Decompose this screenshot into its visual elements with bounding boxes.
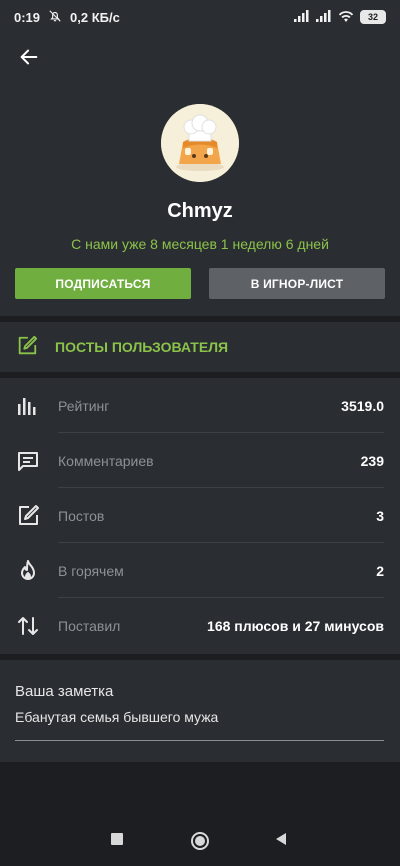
signal-icon-2 bbox=[316, 9, 332, 25]
back-button[interactable] bbox=[14, 42, 44, 72]
comment-icon bbox=[16, 449, 40, 473]
status-time: 0:19 bbox=[14, 9, 41, 25]
system-nav-bar bbox=[0, 812, 400, 866]
ignore-list-button[interactable]: В ИГНОР-ЛИСТ bbox=[209, 268, 385, 299]
back-nav-button[interactable] bbox=[274, 832, 288, 846]
stat-value: 3519.0 bbox=[341, 397, 384, 414]
user-posts-label: ПОСТЫ ПОЛЬЗОВАТЕЛЯ bbox=[55, 339, 229, 355]
stat-row-posts: Постов 3 bbox=[0, 488, 400, 543]
wifi-icon bbox=[338, 9, 354, 25]
circle-icon bbox=[191, 832, 209, 850]
stat-row-votes: Поставил 168 плюсов и 27 минусов bbox=[0, 598, 400, 653]
stat-label: Рейтинг bbox=[58, 397, 110, 414]
avatar bbox=[161, 104, 239, 182]
stat-value: 168 плюсов и 27 минусов bbox=[207, 617, 384, 634]
stat-row-hot: В горячем 2 bbox=[0, 543, 400, 598]
bar-chart-icon bbox=[16, 394, 40, 418]
profile-header: Chmyz С нами уже 8 месяцев 1 неделю 6 дн… bbox=[0, 34, 400, 316]
stat-value: 3 bbox=[376, 507, 384, 524]
signal-icon bbox=[294, 9, 310, 25]
username: Chmyz bbox=[167, 200, 233, 222]
recents-button[interactable] bbox=[110, 832, 124, 846]
bell-off-icon bbox=[48, 9, 62, 26]
triangle-back-icon bbox=[276, 833, 286, 845]
fire-icon bbox=[16, 559, 40, 583]
note-panel[interactable]: Ваша заметка Ебанутая семья бывшего мужа bbox=[0, 660, 400, 762]
stat-label: Постов bbox=[58, 507, 105, 524]
stats-panel: Рейтинг 3519.0 Комментариев 239 Постов 3 bbox=[0, 378, 400, 654]
stat-label: Поставил bbox=[58, 617, 121, 634]
arrow-left-icon bbox=[20, 49, 38, 65]
note-title: Ваша заметка bbox=[15, 683, 114, 700]
stat-row-rating: Рейтинг 3519.0 bbox=[0, 378, 400, 433]
note-text[interactable]: Ебанутая семья бывшего мужа bbox=[15, 709, 218, 725]
stat-value: 2 bbox=[376, 562, 384, 579]
status-bar: 0:19 0,2 КБ/с 32 bbox=[0, 0, 400, 34]
stat-label: В горячем bbox=[58, 562, 124, 579]
subscribe-button[interactable]: ПОДПИСАТЬСЯ bbox=[15, 268, 191, 299]
home-button[interactable] bbox=[190, 831, 210, 851]
battery-icon: 32 bbox=[360, 10, 386, 24]
note-underline bbox=[15, 740, 384, 741]
user-posts-link[interactable]: ПОСТЫ ПОЛЬЗОВАТЕЛЯ bbox=[0, 322, 400, 372]
network-speed: 0,2 КБ/с bbox=[70, 9, 120, 25]
edit-icon bbox=[16, 335, 38, 362]
status-left: 0:19 0,2 КБ/с bbox=[14, 9, 120, 26]
status-right: 32 bbox=[294, 9, 386, 25]
member-since: С нами уже 8 месяцев 1 неделю 6 дней bbox=[71, 236, 329, 252]
square-icon bbox=[111, 833, 123, 845]
swap-vertical-icon bbox=[16, 614, 40, 638]
stat-value: 239 bbox=[360, 452, 384, 469]
stat-row-comments: Комментариев 239 bbox=[0, 433, 400, 488]
stat-label: Комментариев bbox=[58, 452, 154, 469]
edit-icon bbox=[16, 504, 40, 528]
